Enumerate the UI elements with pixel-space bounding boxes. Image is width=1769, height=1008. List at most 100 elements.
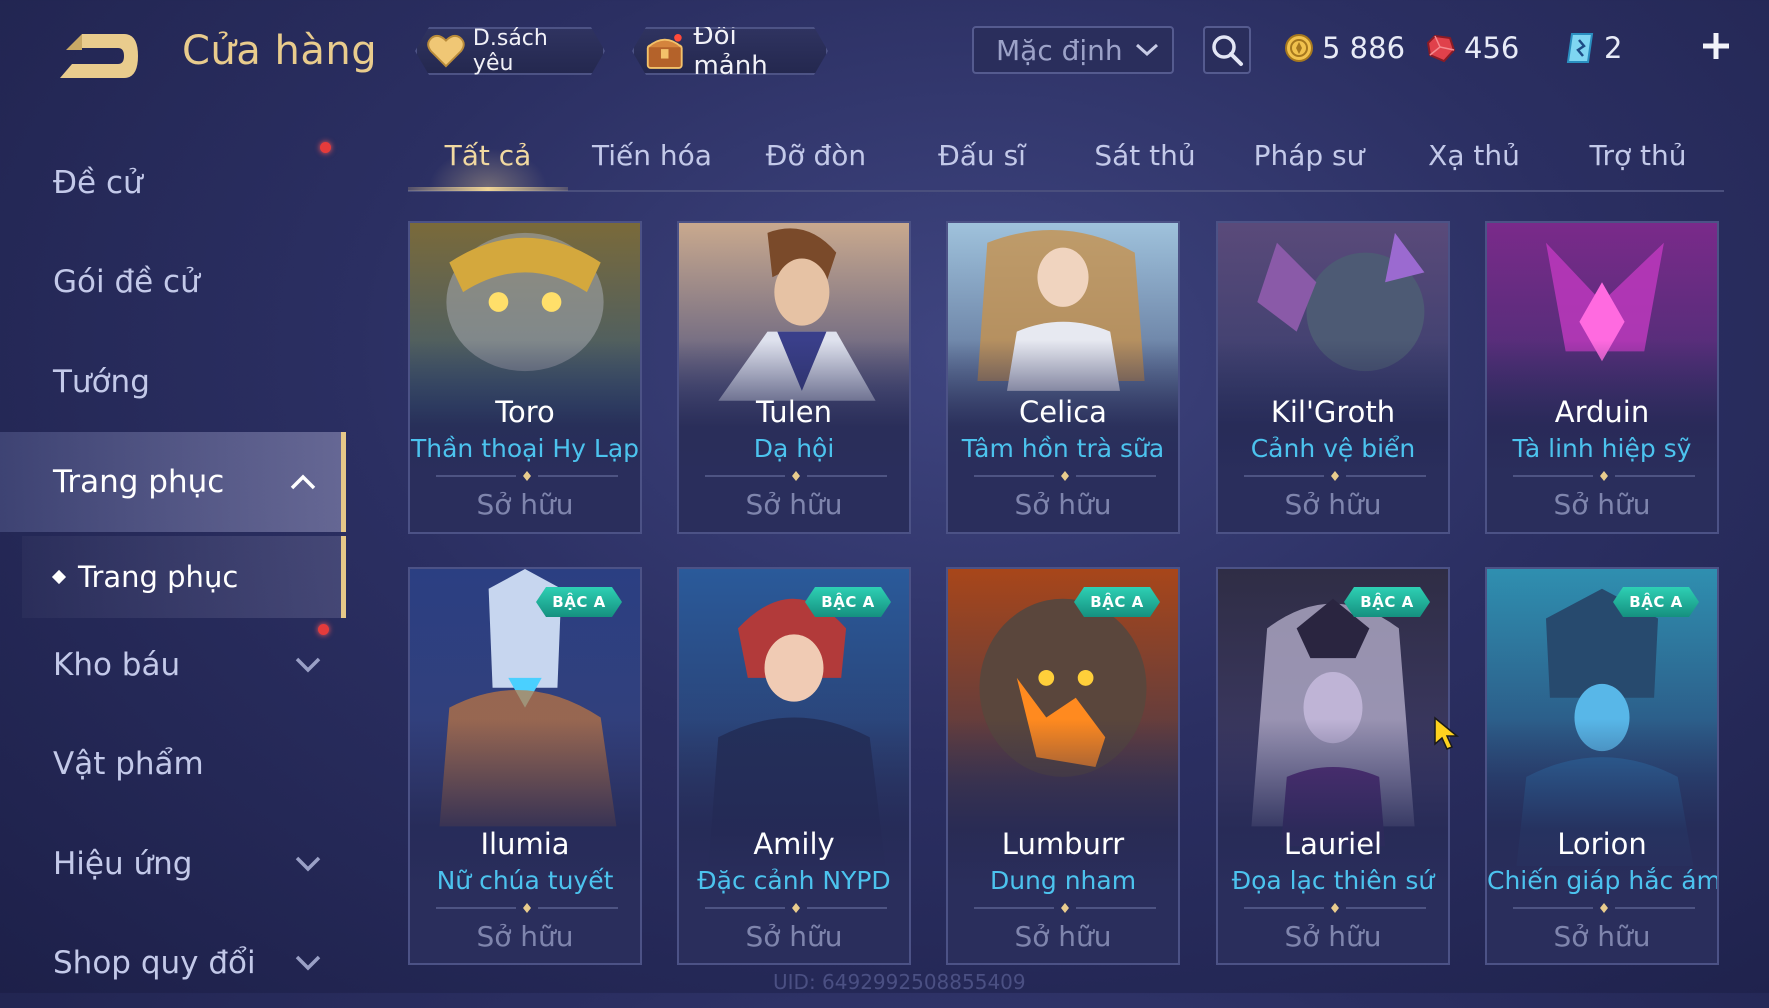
tab-support[interactable]: Trợ thủ: [1558, 128, 1718, 188]
back-arrow-icon[interactable]: [52, 28, 142, 84]
ornament-divider: [705, 471, 887, 481]
sidebar-item-items[interactable]: Vật phẩm: [0, 719, 346, 809]
ornament-divider: [1244, 903, 1426, 913]
hero-name: Tulen: [756, 395, 832, 429]
search-button[interactable]: [1203, 26, 1251, 74]
ornament-divider: [436, 471, 618, 481]
skin-card[interactable]: Tulen Dạ hội Sở hữu: [677, 221, 911, 534]
notification-dot: [320, 142, 331, 153]
hero-name: Lorion: [1557, 827, 1647, 861]
chevron-down-icon: [1135, 43, 1159, 57]
skin-card[interactable]: Celica Tâm hồn trà sữa Sở hữu: [946, 221, 1180, 534]
sidebar-item-exchange-shop[interactable]: Shop quy đổi: [0, 918, 346, 1008]
sidebar-item-label: Kho báu: [53, 647, 181, 683]
voucher-balance: 2: [1566, 28, 1622, 68]
tier-badge: BẬC A: [1613, 587, 1699, 617]
ornament-divider: [974, 471, 1156, 481]
skin-card[interactable]: BẬC A Lauriel Đọa lạc thiên sứ Sở hữu: [1216, 567, 1450, 965]
ruby-gem-icon: [1426, 34, 1456, 63]
favorites-button[interactable]: D.sách yêu: [415, 27, 605, 75]
ornament-divider: [1513, 903, 1695, 913]
tier-badge: BẬC A: [805, 587, 891, 617]
ornament-divider: [705, 903, 887, 913]
skin-name: Cảnh vệ biển: [1250, 434, 1416, 463]
skin-name: Tà linh hiệp sỹ: [1512, 434, 1692, 463]
tier-badge: BẬC A: [1074, 587, 1160, 617]
sidebar-item-treasure[interactable]: Kho báu: [0, 620, 346, 710]
ornament-divider: [1244, 471, 1426, 481]
hero-name: Kil'Groth: [1270, 395, 1396, 429]
tier-badge: BẬC A: [1344, 587, 1430, 617]
hero-name: Lauriel: [1283, 827, 1383, 861]
favorites-label: D.sách yêu: [472, 26, 548, 76]
skin-card[interactable]: BẬC A Ilumia Nữ chúa tuyết Sở hữu: [408, 567, 642, 965]
tab-tank[interactable]: Đỡ đòn: [736, 128, 896, 188]
skin-name: Dung nham: [989, 866, 1137, 895]
role-tabs: Tất cả Tiến hóa Đỡ đòn Đấu sĩ Sát thủ Ph…: [408, 128, 1724, 192]
tab-all[interactable]: Tất cả: [408, 128, 568, 191]
sidebar-item-skins[interactable]: Trang phục: [0, 432, 346, 532]
tab-evolution[interactable]: Tiến hóa: [572, 128, 732, 188]
notification-dot: [318, 624, 329, 635]
sidebar-item-label: Đề cử: [53, 165, 143, 201]
skin-card[interactable]: BẬC A Lorion Chiến giáp hắc ám Sở hữu: [1485, 567, 1719, 965]
sidebar-item-label: Trang phục: [53, 464, 225, 500]
shard-exchange-label: Đổi mảnh: [693, 21, 768, 81]
page-title: Cửa hàng: [182, 28, 378, 74]
ornament-divider: [436, 903, 618, 913]
shard-exchange-button[interactable]: Đổi mảnh: [632, 27, 828, 75]
skin-card[interactable]: Arduin Tà linh hiệp sỹ Sở hữu: [1485, 221, 1719, 534]
sort-dropdown[interactable]: Mặc định: [972, 26, 1174, 74]
hero-name: Celica: [1019, 395, 1107, 429]
sidebar-item-label: Shop quy đổi: [53, 945, 256, 981]
skin-name: Tâm hồn trà sữa: [961, 434, 1165, 463]
ruby-balance: 456: [1426, 28, 1519, 68]
mouse-cursor-icon: [1434, 716, 1460, 750]
hero-name: Amily: [753, 827, 835, 861]
gold-amount: 5 886: [1322, 31, 1406, 65]
sidebar-item-heroes[interactable]: Tướng: [0, 337, 346, 427]
skin-name: Dạ hội: [753, 434, 835, 463]
hero-name: Ilumia: [480, 827, 570, 861]
skin-card[interactable]: Kil'Groth Cảnh vệ biển Sở hữu: [1216, 221, 1450, 534]
ornament-divider: [974, 903, 1156, 913]
skin-card[interactable]: BẬC A Lumburr Dung nham Sở hữu: [946, 567, 1180, 965]
chevron-down-icon: [295, 955, 321, 971]
owned-status: Sở hữu: [1014, 920, 1112, 953]
skin-card[interactable]: BẬC A Amily Đặc cảnh NYPD Sở hữu: [677, 567, 911, 965]
treasure-chest-icon: [644, 31, 685, 71]
owned-status: Sở hữu: [1284, 920, 1382, 953]
owned-status: Sở hữu: [476, 920, 574, 953]
owned-status: Sở hữu: [1014, 488, 1112, 521]
plus-icon[interactable]: [1700, 30, 1732, 62]
owned-status: Sở hữu: [1284, 488, 1382, 521]
hero-name: Toro: [495, 395, 555, 429]
sidebar-item-label: Hiệu ứng: [53, 846, 193, 882]
tab-marksman[interactable]: Xạ thủ: [1394, 128, 1554, 188]
sidebar-subitem-skins[interactable]: Trang phục: [22, 536, 346, 618]
sidebar: Đề cử Gói đề cử Tướng Trang phục Trang p…: [0, 100, 346, 993]
chevron-up-icon: [290, 474, 316, 490]
gold-balance: 5 886: [1284, 28, 1405, 68]
gold-coin-icon: [1285, 34, 1313, 62]
ruby-amount: 456: [1464, 31, 1520, 65]
chevron-down-icon: [295, 856, 321, 872]
tab-fighter[interactable]: Đấu sĩ: [902, 128, 1062, 188]
voucher-card-icon: [1566, 33, 1594, 63]
hero-name: Lumburr: [1001, 827, 1125, 861]
sidebar-item-recommended[interactable]: Đề cử: [0, 138, 346, 228]
sidebar-item-effects[interactable]: Hiệu ứng: [0, 819, 346, 909]
hero-name: Arduin: [1554, 395, 1650, 429]
voucher-amount: 2: [1604, 31, 1623, 65]
sort-selected-value: Mặc định: [996, 33, 1123, 67]
skin-name: Đặc cảnh NYPD: [697, 866, 891, 895]
skin-card[interactable]: Toro Thần thoại Hy Lạp Sở hữu: [408, 221, 642, 534]
tab-assassin[interactable]: Sát thủ: [1065, 128, 1225, 188]
tab-mage[interactable]: Pháp sư: [1229, 128, 1389, 188]
top-bar: Cửa hàng D.sách yêu Đổi mảnh Mặc định 5 …: [0, 0, 1769, 100]
owned-status: Sở hữu: [476, 488, 574, 521]
sidebar-item-recommended-bundles[interactable]: Gói đề cử: [0, 142, 346, 327]
owned-status: Sở hữu: [1553, 920, 1651, 953]
sidebar-item-label: Tướng: [53, 364, 150, 400]
owned-status: Sở hữu: [745, 488, 843, 521]
